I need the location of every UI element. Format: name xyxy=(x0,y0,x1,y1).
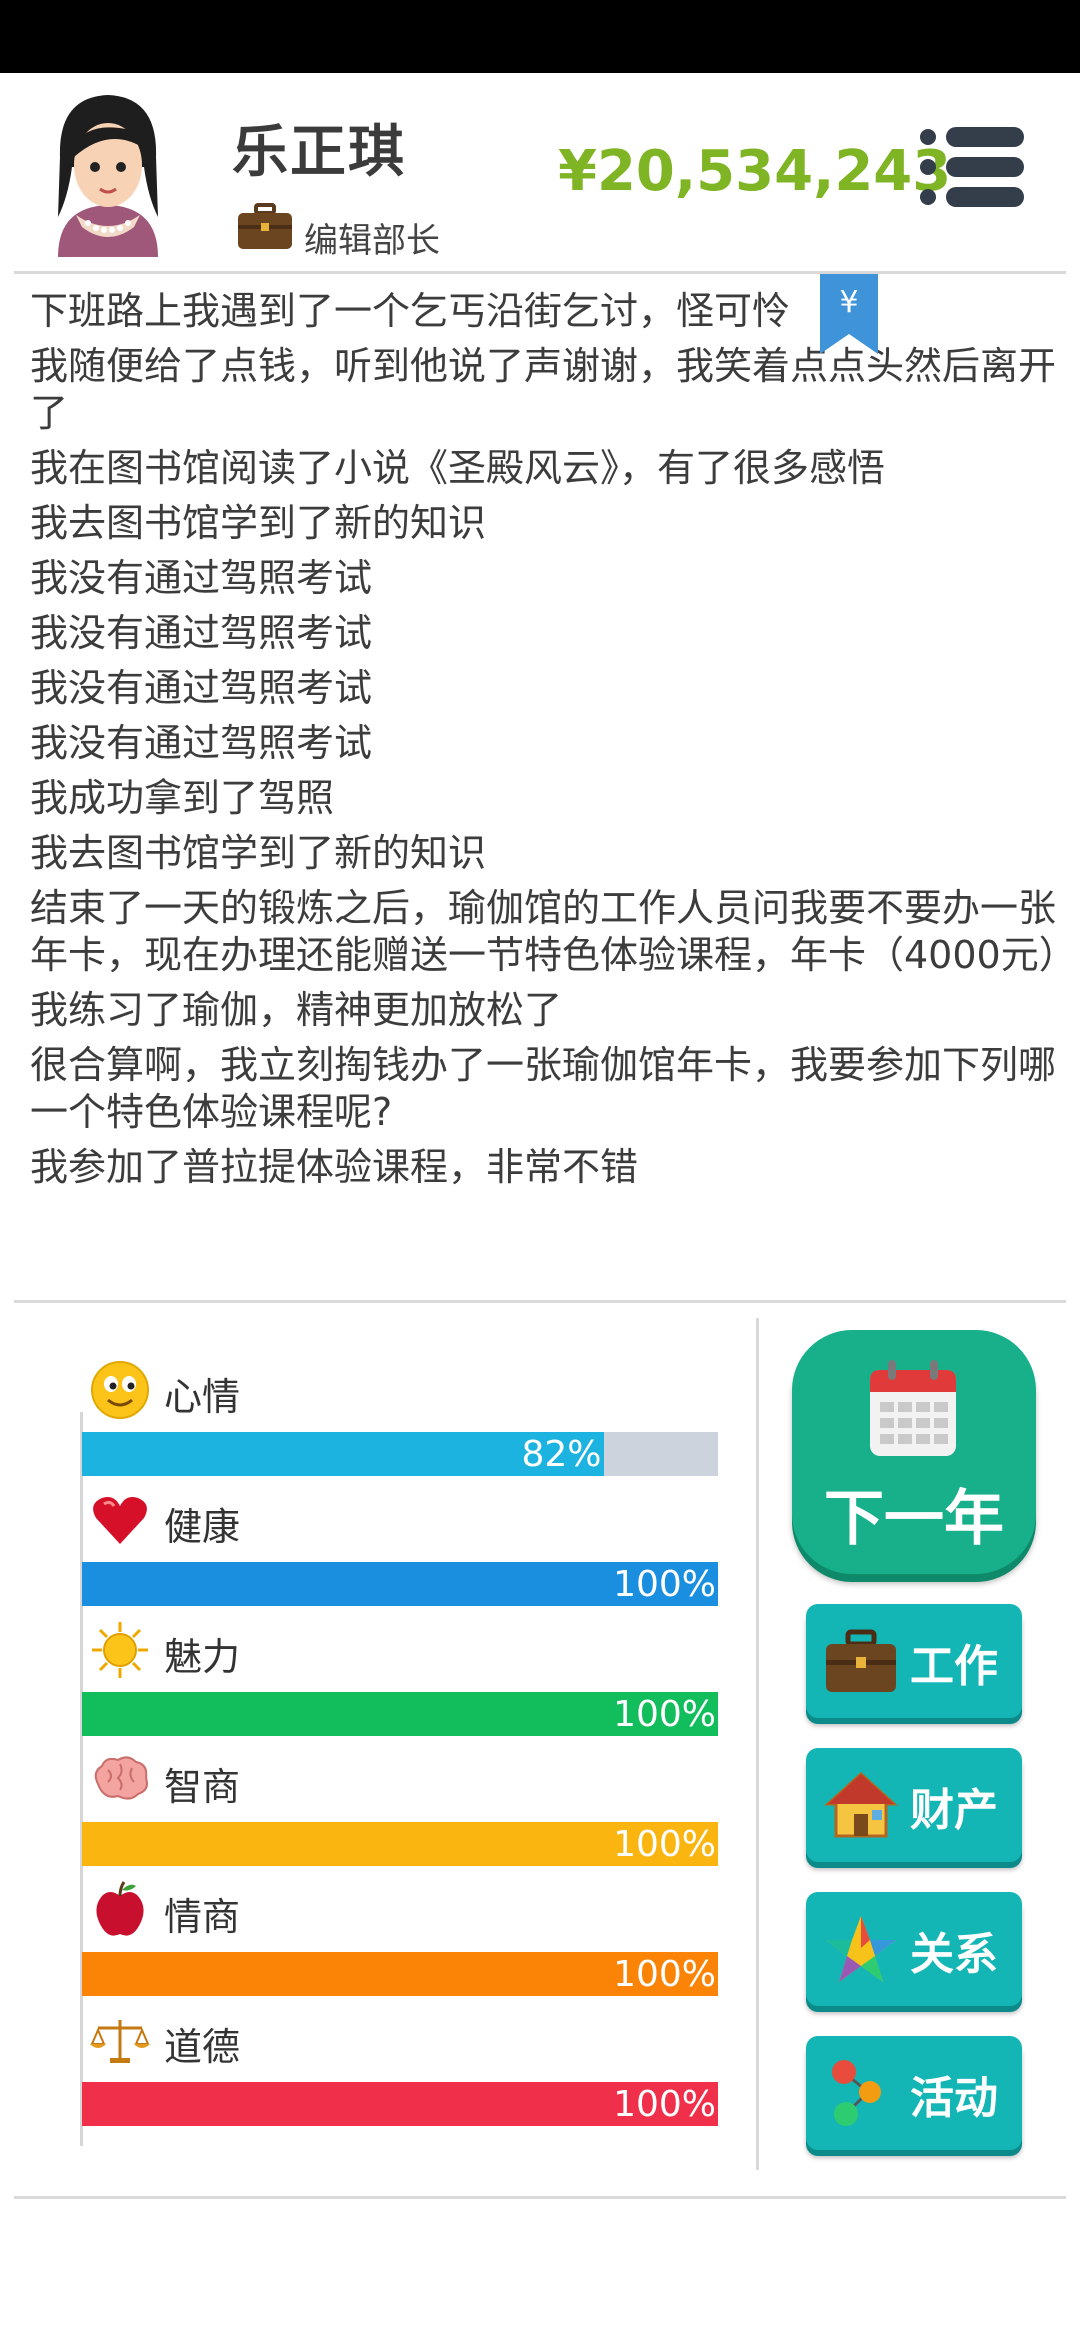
log-entry: 我去图书馆学到了新的知识 xyxy=(30,831,487,875)
stat-track: 100% xyxy=(82,1692,718,1736)
log-entry: 我没有通过驾照考试 xyxy=(30,666,373,710)
stat-percent: 100% xyxy=(613,1954,716,1995)
log-divider xyxy=(14,1300,1066,1303)
stat-bar: 82% xyxy=(82,1432,604,1476)
job-title: 编辑部长 xyxy=(304,221,440,261)
stat-label: 情商 xyxy=(164,1895,241,1939)
property-button[interactable]: 财产 xyxy=(806,1748,1022,1862)
stat-percent: 82% xyxy=(521,1434,602,1475)
log-entry: 结束了一天的锻炼之后，瑜伽馆的工作人员问我要不要办一张年卡，现在办理还能赠送一节… xyxy=(30,886,1060,977)
heart-icon xyxy=(93,1497,147,1544)
money-balance: ¥20,534,243 xyxy=(558,139,952,204)
next-year-button[interactable]: 下一年 xyxy=(792,1330,1036,1574)
panel-divider xyxy=(756,1318,759,2170)
log-entry: 我没有通过驾照考试 xyxy=(30,556,373,600)
stat-bar: 100% xyxy=(82,1952,718,1996)
stat-track: 100% xyxy=(82,1822,718,1866)
status-bar xyxy=(0,0,1080,73)
avatar[interactable] xyxy=(38,87,178,259)
stat-track: 100% xyxy=(82,1952,718,1996)
stat-percent: 100% xyxy=(613,1564,716,1605)
work-label: 工作 xyxy=(910,1641,998,1692)
stat-track: 82% xyxy=(82,1432,718,1476)
log-entry: 我随便给了点钱，听到他说了声谢谢，我笑着点点头然后离开了 xyxy=(30,344,1057,435)
relations-button[interactable]: 关系 xyxy=(806,1892,1022,2006)
stat-bar: 100% xyxy=(82,1692,718,1736)
header-divider xyxy=(14,271,1066,274)
activity-icon xyxy=(832,2060,881,2126)
log-entry: 下班路上我遇到了一个乞丐沿街乞讨，怪可怜 xyxy=(30,289,791,333)
log-entry: 我没有通过驾照考试 xyxy=(30,721,373,765)
stat-label: 智商 xyxy=(164,1765,241,1809)
stat-label: 心情 xyxy=(164,1375,241,1419)
stat-percent: 100% xyxy=(613,2084,716,2125)
player-name: 乐正琪 xyxy=(232,120,406,185)
stat-iq: 智商 100% xyxy=(80,1750,720,1870)
briefcase-icon xyxy=(238,203,292,249)
log-entry: 我去图书馆学到了新的知识 xyxy=(30,501,487,545)
stat-mood: 心情 82% xyxy=(80,1360,720,1480)
log-entry: 我在图书馆阅读了小说《圣殿风云》，有了很多感悟 xyxy=(30,446,886,490)
stat-label: 健康 xyxy=(164,1505,241,1549)
stat-morality: 道德 100% xyxy=(80,2010,720,2130)
relations-label: 关系 xyxy=(910,1929,998,1980)
stat-charm: 魅力 100% xyxy=(80,1620,720,1740)
event-log: 下班路上我遇到了一个乞丐沿街乞讨，怪可怜 我随便给了点钱，听到他说了声谢谢，我笑… xyxy=(30,288,1060,1258)
sun-icon xyxy=(92,1622,148,1678)
log-entry: 我参加了普拉提体验课程，非常不错 xyxy=(30,1145,639,1189)
stat-bar: 100% xyxy=(82,2082,718,2126)
stat-health: 健康 100% xyxy=(80,1490,720,1610)
bookmark-symbol: ¥ xyxy=(839,285,858,320)
yuan-bookmark-icon[interactable]: ¥ xyxy=(820,274,878,354)
stat-track: 100% xyxy=(82,1562,718,1606)
stat-bar: 100% xyxy=(82,1822,718,1866)
footer-divider xyxy=(14,2196,1066,2199)
log-entry: 我成功拿到了驾照 xyxy=(30,776,335,820)
stat-track: 100% xyxy=(82,2082,718,2126)
next-year-label: 下一年 xyxy=(824,1484,1004,1554)
log-entry: 我练习了瑜伽，精神更加放松了 xyxy=(30,988,563,1032)
scales-icon xyxy=(90,2020,150,2063)
calendar-icon xyxy=(870,1360,956,1456)
stat-label: 魅力 xyxy=(164,1635,241,1679)
stat-bar: 100% xyxy=(82,1562,718,1606)
stat-percent: 100% xyxy=(613,1694,716,1735)
property-label: 财产 xyxy=(910,1785,998,1836)
smiley-icon xyxy=(91,1361,149,1419)
star-icon xyxy=(826,1916,896,1982)
brain-icon xyxy=(94,1756,148,1800)
stat-percent: 100% xyxy=(613,1824,716,1865)
log-entry: 我没有通过驾照考试 xyxy=(30,611,373,655)
stat-label: 道德 xyxy=(164,2025,241,2069)
menu-icon[interactable] xyxy=(920,125,1024,209)
apple-icon xyxy=(96,1881,144,1936)
briefcase-icon xyxy=(826,1629,896,1692)
activities-label: 活动 xyxy=(910,2073,998,2124)
stat-eq: 情商 100% xyxy=(80,1880,720,2000)
profile-header: 乐正琪 编辑部长 ¥20,534,243 xyxy=(0,73,1080,273)
work-button[interactable]: 工作 xyxy=(806,1604,1022,1718)
activities-button[interactable]: 活动 xyxy=(806,2036,1022,2150)
log-entry: 很合算啊，我立刻掏钱办了一张瑜伽馆年卡，我要参加下列哪一个特色体验课程呢? xyxy=(30,1043,1057,1134)
house-icon xyxy=(824,1771,898,1838)
